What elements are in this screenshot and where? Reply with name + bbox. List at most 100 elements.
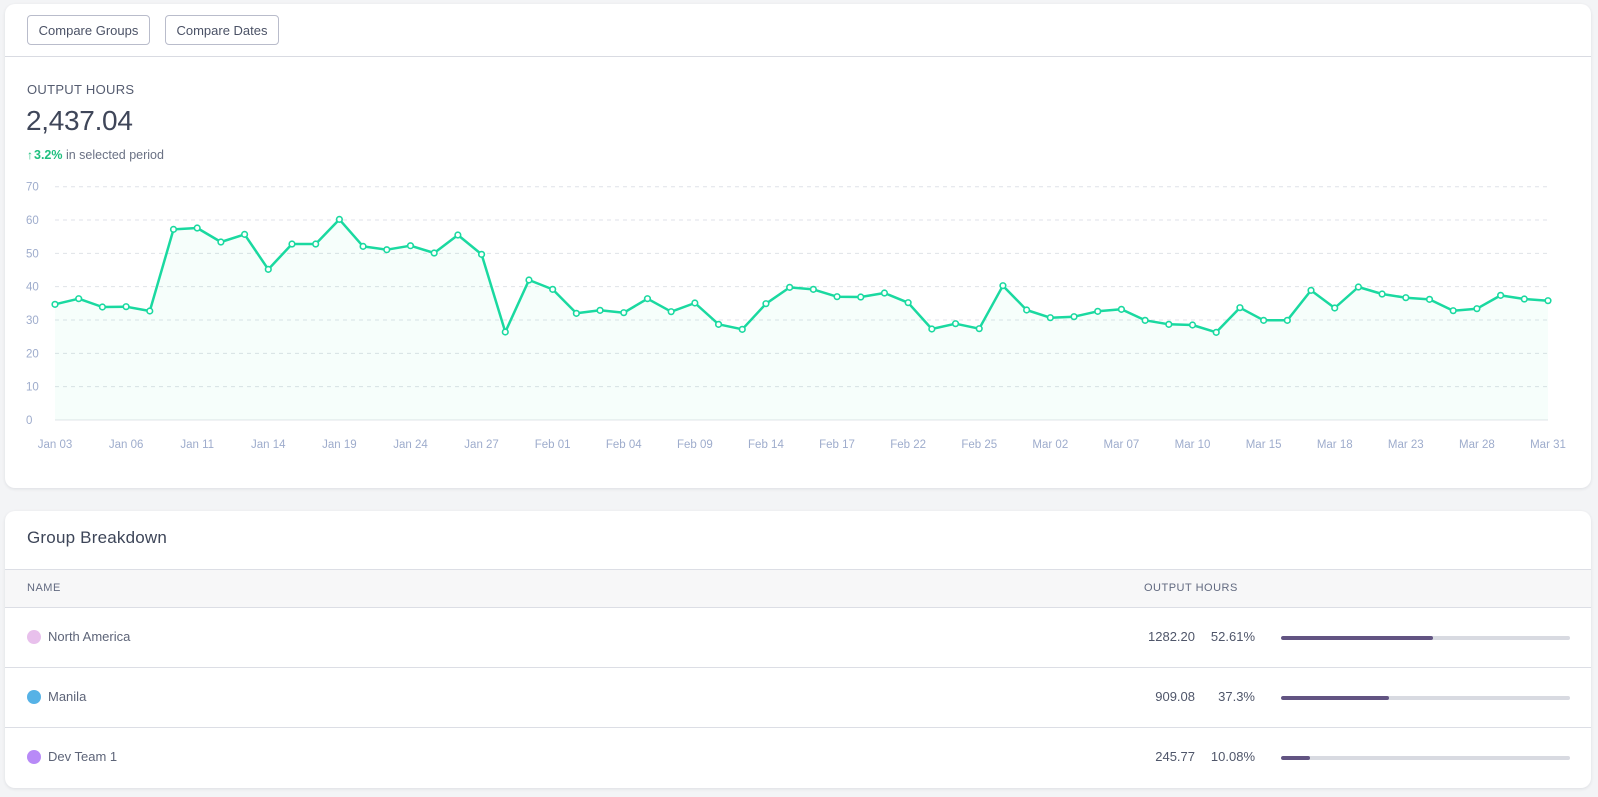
column-header-output-hours[interactable]: OUTPUT HOURS: [1144, 582, 1238, 594]
data-point: [1236, 304, 1244, 312]
data-point: [1165, 320, 1173, 328]
table-row[interactable]: North America 1282.20 52.61%: [5, 607, 1591, 668]
table-header: NAME OUTPUT HOURS: [5, 569, 1591, 608]
data-point: [430, 249, 438, 257]
data-point: [1117, 305, 1126, 313]
data-point: [643, 295, 652, 303]
x-tick-label: Feb 14: [748, 439, 784, 451]
data-point: [501, 328, 509, 336]
data-point: [596, 306, 604, 314]
data-point: [857, 293, 865, 301]
share-bar: [1281, 756, 1570, 760]
y-tick-label: 10: [26, 382, 39, 394]
output-hours-card: Compare Groups Compare Dates OUTPUT HOUR…: [5, 4, 1591, 488]
data-point: [1520, 295, 1528, 303]
share-bar-fill: [1281, 636, 1434, 640]
area-fill: [55, 219, 1548, 420]
data-point: [288, 240, 296, 248]
data-point: [1188, 321, 1197, 329]
data-point: [122, 303, 130, 311]
output-hours-chart: 0 10 20 30 40 50 60 70 Jan 03 Jan 06 Jan 11 Jan 14…: [26, 182, 1566, 451]
data-point: [975, 325, 983, 333]
data-point: [1094, 307, 1102, 315]
x-tick-label: Feb 04: [606, 439, 642, 451]
x-tick-label: Mar 10: [1175, 439, 1211, 451]
x-tick-label: Jan 19: [322, 439, 357, 451]
y-tick-label: 50: [26, 248, 39, 260]
data-point: [146, 307, 154, 315]
data-point: [1544, 297, 1552, 305]
data-point: [1425, 295, 1434, 303]
data-point: [335, 215, 343, 223]
data-point: [264, 265, 272, 273]
group-name: North America: [48, 629, 131, 644]
group-color-dot: [27, 750, 41, 764]
group-breakdown-title: Group Breakdown: [27, 528, 168, 547]
data-point: [809, 285, 817, 293]
y-tick-label: 40: [26, 282, 39, 294]
data-point: [454, 231, 462, 239]
table-row[interactable]: Manila 909.08 37.3%: [5, 667, 1591, 728]
share-bar-fill: [1281, 756, 1311, 760]
data-point: [1023, 306, 1031, 314]
data-point: [999, 282, 1007, 290]
x-tick-label: Feb 25: [961, 439, 997, 451]
table-row[interactable]: Dev Team 1 245.77 10.08%: [5, 727, 1591, 787]
data-point: [240, 230, 249, 238]
share-bar-fill: [1281, 696, 1389, 700]
data-point: [572, 309, 580, 317]
data-point: [1378, 290, 1386, 298]
data-point: [1307, 286, 1315, 294]
x-tick-label: Mar 18: [1317, 439, 1353, 451]
y-tick-label: 0: [26, 415, 32, 427]
x-tick-label: Feb 09: [677, 439, 713, 451]
x-tick-label: Mar 28: [1459, 439, 1495, 451]
x-tick-label: Mar 02: [1032, 439, 1068, 451]
data-point: [193, 224, 201, 232]
data-point: [951, 320, 960, 328]
y-tick-label: 30: [26, 315, 39, 327]
data-point: [1212, 328, 1220, 336]
x-tick-label: Jan 06: [109, 439, 144, 451]
x-tick-label: Mar 07: [1104, 439, 1140, 451]
x-tick-label: Jan 03: [38, 439, 73, 451]
column-header-name[interactable]: NAME: [27, 582, 61, 594]
x-tick-label: Mar 23: [1388, 439, 1424, 451]
data-point: [762, 300, 770, 308]
data-point: [51, 300, 59, 308]
x-tick-label: Jan 11: [180, 439, 214, 451]
data-point: [691, 299, 699, 307]
data-point: [1473, 305, 1481, 313]
data-point: [880, 289, 889, 297]
data-point: [1283, 316, 1291, 324]
data-point: [620, 309, 628, 317]
data-point: [786, 283, 794, 291]
data-point: [1260, 316, 1268, 324]
data-point: [1449, 307, 1457, 315]
x-tick-label: Jan 24: [393, 439, 428, 451]
group-hours: 909.08: [1155, 689, 1195, 704]
data-point: [312, 240, 320, 248]
data-point: [667, 308, 675, 316]
x-tick-label: Jan 27: [464, 439, 499, 451]
data-point: [1141, 316, 1149, 324]
x-tick-label: Mar 15: [1246, 439, 1282, 451]
data-point: [1070, 313, 1078, 321]
data-point: [75, 295, 83, 303]
data-point: [98, 303, 106, 311]
y-axis: 0 10 20 30 40 50 60 70: [26, 182, 39, 427]
data-point: [169, 225, 178, 233]
data-point: [1402, 294, 1410, 302]
data-point: [833, 293, 841, 301]
data-point: [359, 242, 367, 250]
group-percent: 10.08%: [1210, 749, 1255, 764]
group-color-dot: [27, 690, 41, 704]
y-tick-label: 70: [26, 182, 39, 194]
x-tick-label: Feb 01: [535, 439, 571, 451]
data-point: [904, 299, 912, 307]
share-bar: [1281, 636, 1570, 640]
data-point: [928, 325, 936, 333]
group-hours: 1282.20: [1148, 629, 1195, 644]
data-point: [1497, 291, 1505, 299]
group-name: Dev Team 1: [48, 749, 118, 764]
